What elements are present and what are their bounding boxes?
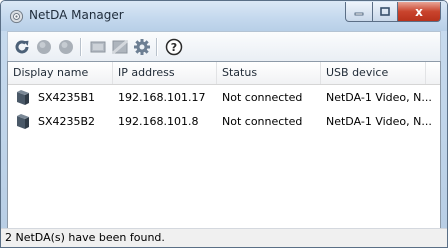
screen-icon bbox=[112, 39, 128, 55]
toolbar: ? bbox=[7, 31, 441, 62]
gear-app-icon bbox=[9, 9, 24, 24]
refresh-icon bbox=[15, 40, 29, 54]
help-glyph: ? bbox=[171, 41, 177, 54]
column-header-ip-address[interactable]: IP address bbox=[113, 62, 217, 84]
help-button[interactable]: ? bbox=[164, 37, 184, 57]
cell-ip-address: 192.168.101.17 bbox=[118, 91, 206, 104]
column-header-usb-device[interactable]: USB device bbox=[321, 62, 426, 84]
title-bar[interactable]: NetDA Manager x bbox=[1, 1, 447, 31]
minimize-button[interactable] bbox=[345, 2, 373, 22]
table-row[interactable]: SX4235B1 192.168.101.17 Not connected Ne… bbox=[8, 87, 440, 109]
disconnect-button[interactable] bbox=[56, 37, 76, 57]
column-header-display-name[interactable]: Display name bbox=[8, 62, 113, 84]
close-icon: x bbox=[415, 4, 423, 19]
connect-icon bbox=[37, 40, 51, 54]
device-icon bbox=[17, 114, 29, 129]
cell-display-name: SX4235B2 bbox=[38, 115, 96, 128]
column-header-status[interactable]: Status bbox=[217, 62, 321, 84]
help-icon: ? bbox=[165, 38, 183, 56]
window-controls: x bbox=[345, 2, 441, 22]
gear-icon bbox=[134, 39, 150, 55]
fullscreen-button[interactable] bbox=[110, 37, 130, 57]
settings-button[interactable] bbox=[132, 37, 152, 57]
cell-status: Not connected bbox=[222, 115, 303, 128]
list-header: Display name IP address Status USB devic… bbox=[8, 62, 440, 85]
disconnect-icon bbox=[59, 40, 73, 54]
maximize-button[interactable] bbox=[373, 2, 398, 22]
display-button[interactable] bbox=[88, 37, 108, 57]
close-button[interactable]: x bbox=[398, 2, 441, 22]
status-bar: 2 NetDA(s) have been found. bbox=[1, 228, 447, 247]
device-icon bbox=[17, 90, 29, 105]
screen-icon bbox=[90, 41, 106, 53]
app-window: NetDA Manager x ? Display name IP addres… bbox=[0, 0, 448, 248]
device-list[interactable]: Display name IP address Status USB devic… bbox=[7, 61, 441, 229]
refresh-button[interactable] bbox=[12, 37, 32, 57]
connect-button[interactable] bbox=[34, 37, 54, 57]
minimize-icon bbox=[354, 12, 364, 15]
cell-status: Not connected bbox=[222, 91, 303, 104]
cell-display-name: SX4235B1 bbox=[38, 91, 96, 104]
table-row[interactable]: SX4235B2 192.168.101.8 Not connected Net… bbox=[8, 111, 440, 133]
cell-usb-device: NetDA-1 Video, N... bbox=[326, 91, 432, 104]
window-title: NetDA Manager bbox=[29, 8, 124, 22]
toolbar-separator bbox=[80, 38, 82, 56]
maximize-icon bbox=[380, 6, 390, 16]
status-text: 2 NetDA(s) have been found. bbox=[5, 231, 165, 244]
cell-usb-device: NetDA-1 Video, N... bbox=[326, 115, 432, 128]
cell-ip-address: 192.168.101.8 bbox=[118, 115, 199, 128]
toolbar-separator bbox=[156, 38, 158, 56]
